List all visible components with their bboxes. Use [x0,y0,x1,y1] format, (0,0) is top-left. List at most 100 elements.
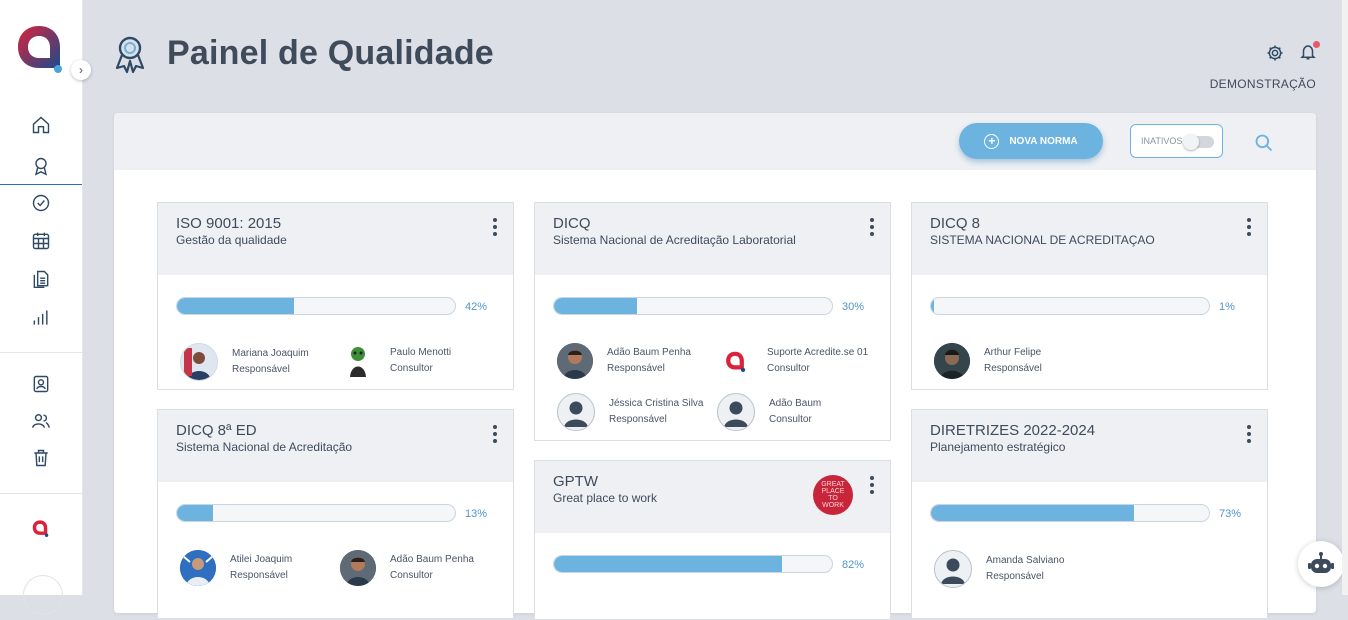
sidebar-item-quality[interactable] [0,148,82,185]
member-name: Atilei Joaquim [230,554,293,565]
norm-card[interactable]: ISO 9001: 2015 Gestão da qualidade 42% M… [157,202,514,390]
scrollbar[interactable] [1342,0,1348,595]
inactive-filter[interactable]: INATIVOS [1130,124,1223,158]
member-role: Consultor [769,414,812,425]
member-name: Paulo Menotti [390,347,452,358]
member: Jéssica Cristina Silva Responsável [557,393,703,431]
page-title: Painel de Qualidade [167,34,494,72]
card-title: DICQ 8ª ED [176,422,257,439]
norm-card[interactable]: GPTW Great place to work GREAT PLACE TO … [534,460,891,620]
gptw-logo: GREAT PLACE TO WORK [813,475,853,515]
progress-fill [931,505,1134,521]
card-title: DIRETRIZES 2022-2024 [930,422,1096,439]
member-role: Responsável [609,414,667,425]
search-icon[interactable] [1254,133,1274,153]
progress-fill [177,298,294,314]
member: Amanda Salviano Responsável [934,550,1064,588]
user-avatar[interactable] [23,575,63,615]
card-subtitle: SISTEMA NACIONAL DE ACREDITAÇAO [930,233,1155,247]
member-role: Consultor [390,363,433,374]
sidebar-collapse-button[interactable]: › [71,60,91,80]
card-subtitle: Planejamento estratégico [930,440,1066,454]
member: Atilei Joaquim Responsável [180,550,292,586]
avatar [934,550,972,588]
avatar [340,343,376,379]
card-header: ISO 9001: 2015 Gestão da qualidade [158,203,513,275]
card-header: DICQ 8ª ED Sistema Nacional de Acreditaç… [158,410,513,482]
sidebar-divider [0,352,82,353]
more-options-icon[interactable] [493,218,497,239]
norm-card[interactable]: DICQ Sistema Nacional de Acreditação Lab… [534,202,891,441]
chatbot-button[interactable] [1298,541,1344,587]
avatar [180,550,216,586]
more-options-icon[interactable] [493,425,497,446]
sidebar-item-home[interactable] [0,108,82,142]
user-placeholder-icon [564,401,588,427]
member: Arthur Felipe Responsável [934,343,1042,379]
inactive-label: INATIVOS [1141,136,1183,146]
avatar [557,343,593,379]
sidebar-item-calendar[interactable] [0,224,82,258]
avatar [717,393,755,431]
member-role: Responsável [230,570,288,581]
member-role: Responsável [607,363,665,374]
norm-card[interactable]: DICQ 8 SISTEMA NACIONAL DE ACREDITAÇAO 1… [911,202,1268,390]
check-circle-icon [32,194,50,212]
sidebar: › [0,0,91,615]
toggle-knob [1183,134,1199,150]
sidebar-divider [0,493,82,494]
card-header: DIRETRIZES 2022-2024 Planejamento estrat… [912,410,1267,482]
app-logo[interactable] [14,22,64,74]
sidebar-item-profile[interactable] [0,367,82,401]
member-name: Arthur Felipe [984,347,1042,358]
member-name: Adão Baum Penha [390,554,474,565]
member-role: Responsável [986,571,1044,582]
documents-icon [33,270,49,289]
user-card-icon [33,375,49,393]
sidebar-item-users[interactable] [0,404,82,438]
brand-small-logo[interactable] [31,519,49,537]
sidebar-item-tasks[interactable] [0,186,82,220]
card-subtitle: Sistema Nacional de Acreditação [176,440,353,454]
norm-card[interactable]: DIRETRIZES 2022-2024 Planejamento estrat… [911,409,1268,619]
award-icon [34,157,48,176]
sidebar-item-reports[interactable] [0,301,82,335]
card-title: ISO 9001: 2015 [176,215,282,232]
progress-percent: 13% [465,508,488,520]
member: Suporte Acredite.se 01 Consultor [717,343,868,379]
card-header: GPTW Great place to work GREAT PLACE TO … [535,461,890,533]
member-role: Consultor [390,570,433,581]
progress-fill [554,298,638,314]
progress-percent: 1% [1219,301,1235,313]
sidebar-item-documents[interactable] [0,262,82,296]
company-name[interactable]: DEMONSTRAÇÃO [1210,77,1316,91]
award-icon [115,36,145,74]
robot-icon [1308,552,1334,573]
more-options-icon[interactable] [870,476,874,497]
member: Mariana Joaquim Responsável [180,343,309,381]
badge-line: PLACE [821,488,845,495]
more-options-icon[interactable] [1247,218,1251,239]
progress-bar [176,504,456,522]
new-norm-label: NOVA NORMA [1009,135,1078,147]
card-title: GPTW [553,473,598,490]
card-subtitle: Sistema Nacional de Acreditação Laborato… [553,233,796,247]
new-norm-button[interactable]: + NOVA NORMA [959,123,1103,159]
member-name: Adão Baum Penha [607,347,691,358]
avatar [934,343,970,379]
sidebar-item-trash[interactable] [0,441,82,475]
inactive-toggle[interactable] [1183,134,1214,150]
gear-icon[interactable] [1266,44,1284,62]
card-subtitle: Gestão da qualidade [176,233,287,247]
more-options-icon[interactable] [870,218,874,239]
progress-fill [554,556,782,572]
member-name: Adão Baum [769,398,822,409]
more-options-icon[interactable] [1247,425,1251,446]
progress-bar [553,555,833,573]
norm-card[interactable]: DICQ 8ª ED Sistema Nacional de Acreditaç… [157,409,514,619]
badge-line: GREAT [821,481,845,488]
card-subtitle: Great place to work [553,491,658,505]
progress-percent: 30% [842,301,865,313]
progress-bar [553,297,833,315]
member-role: Consultor [767,363,810,374]
